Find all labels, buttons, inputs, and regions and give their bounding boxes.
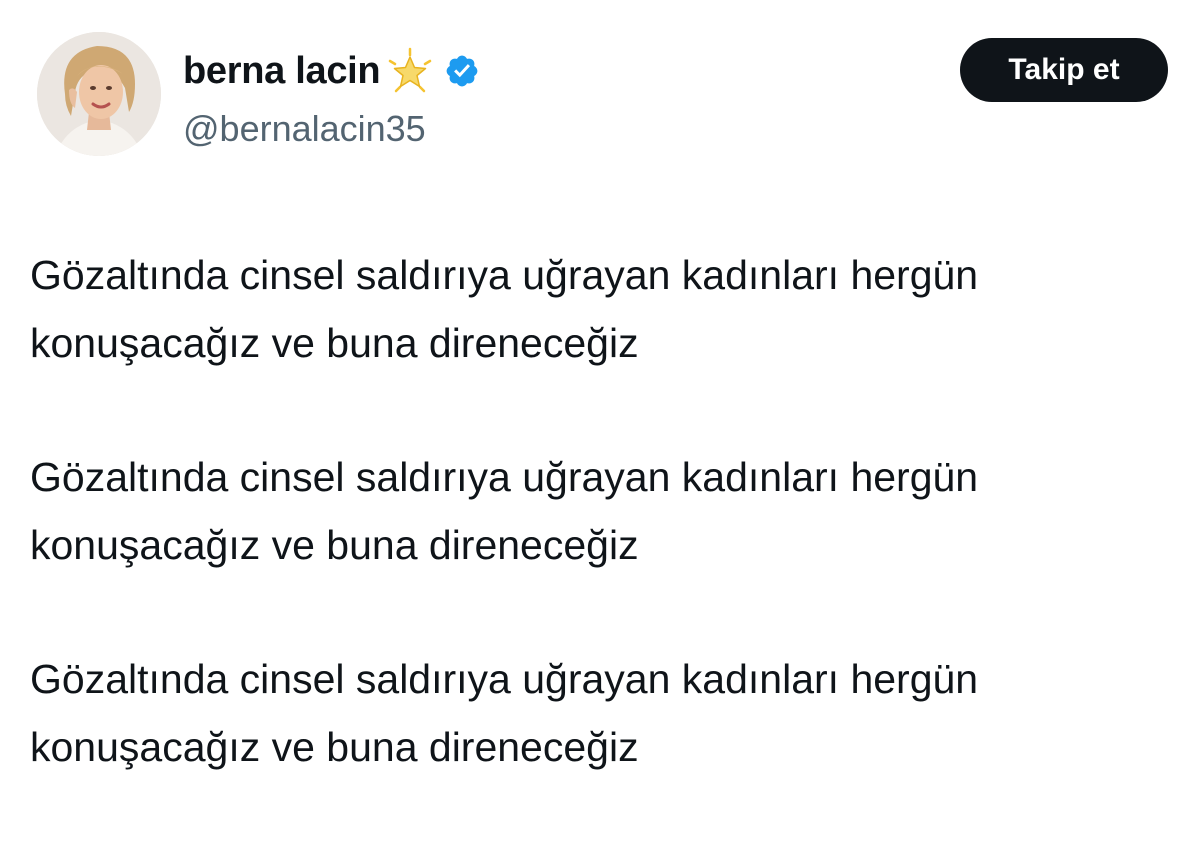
author-handle[interactable]: @bernalacin35: [183, 108, 426, 150]
tweet-line: Gözaltında cinsel saldırıya uğrayan kadı…: [30, 252, 979, 298]
tweet-line: konuşacağız ve buna direneceğiz: [30, 724, 639, 770]
tweet-paragraph: Gözaltında cinsel saldırıya uğrayan kadı…: [30, 241, 1198, 377]
tweet-line: konuşacağız ve buna direneceğiz: [30, 320, 639, 366]
tweet-line: konuşacağız ve buna direneceğiz: [30, 522, 639, 568]
avatar-image: [37, 32, 161, 156]
tweet-line: Gözaltında cinsel saldırıya uğrayan kadı…: [30, 656, 979, 702]
tweet-line: Gözaltında cinsel saldırıya uğrayan kadı…: [30, 454, 979, 500]
tweet-paragraph: Gözaltında cinsel saldırıya uğrayan kadı…: [30, 443, 1198, 579]
follow-button[interactable]: Takip et: [960, 38, 1168, 102]
author-name-row[interactable]: berna lacin: [183, 46, 480, 96]
tweet-text: Gözaltında cinsel saldırıya uğrayan kadı…: [30, 241, 1198, 847]
tweet-paragraph: Gözaltında cinsel saldırıya uğrayan kadı…: [30, 645, 1198, 781]
display-name[interactable]: berna lacin: [183, 50, 381, 93]
avatar[interactable]: [37, 32, 161, 156]
verified-icon: [440, 53, 480, 89]
star-icon: [386, 47, 434, 95]
